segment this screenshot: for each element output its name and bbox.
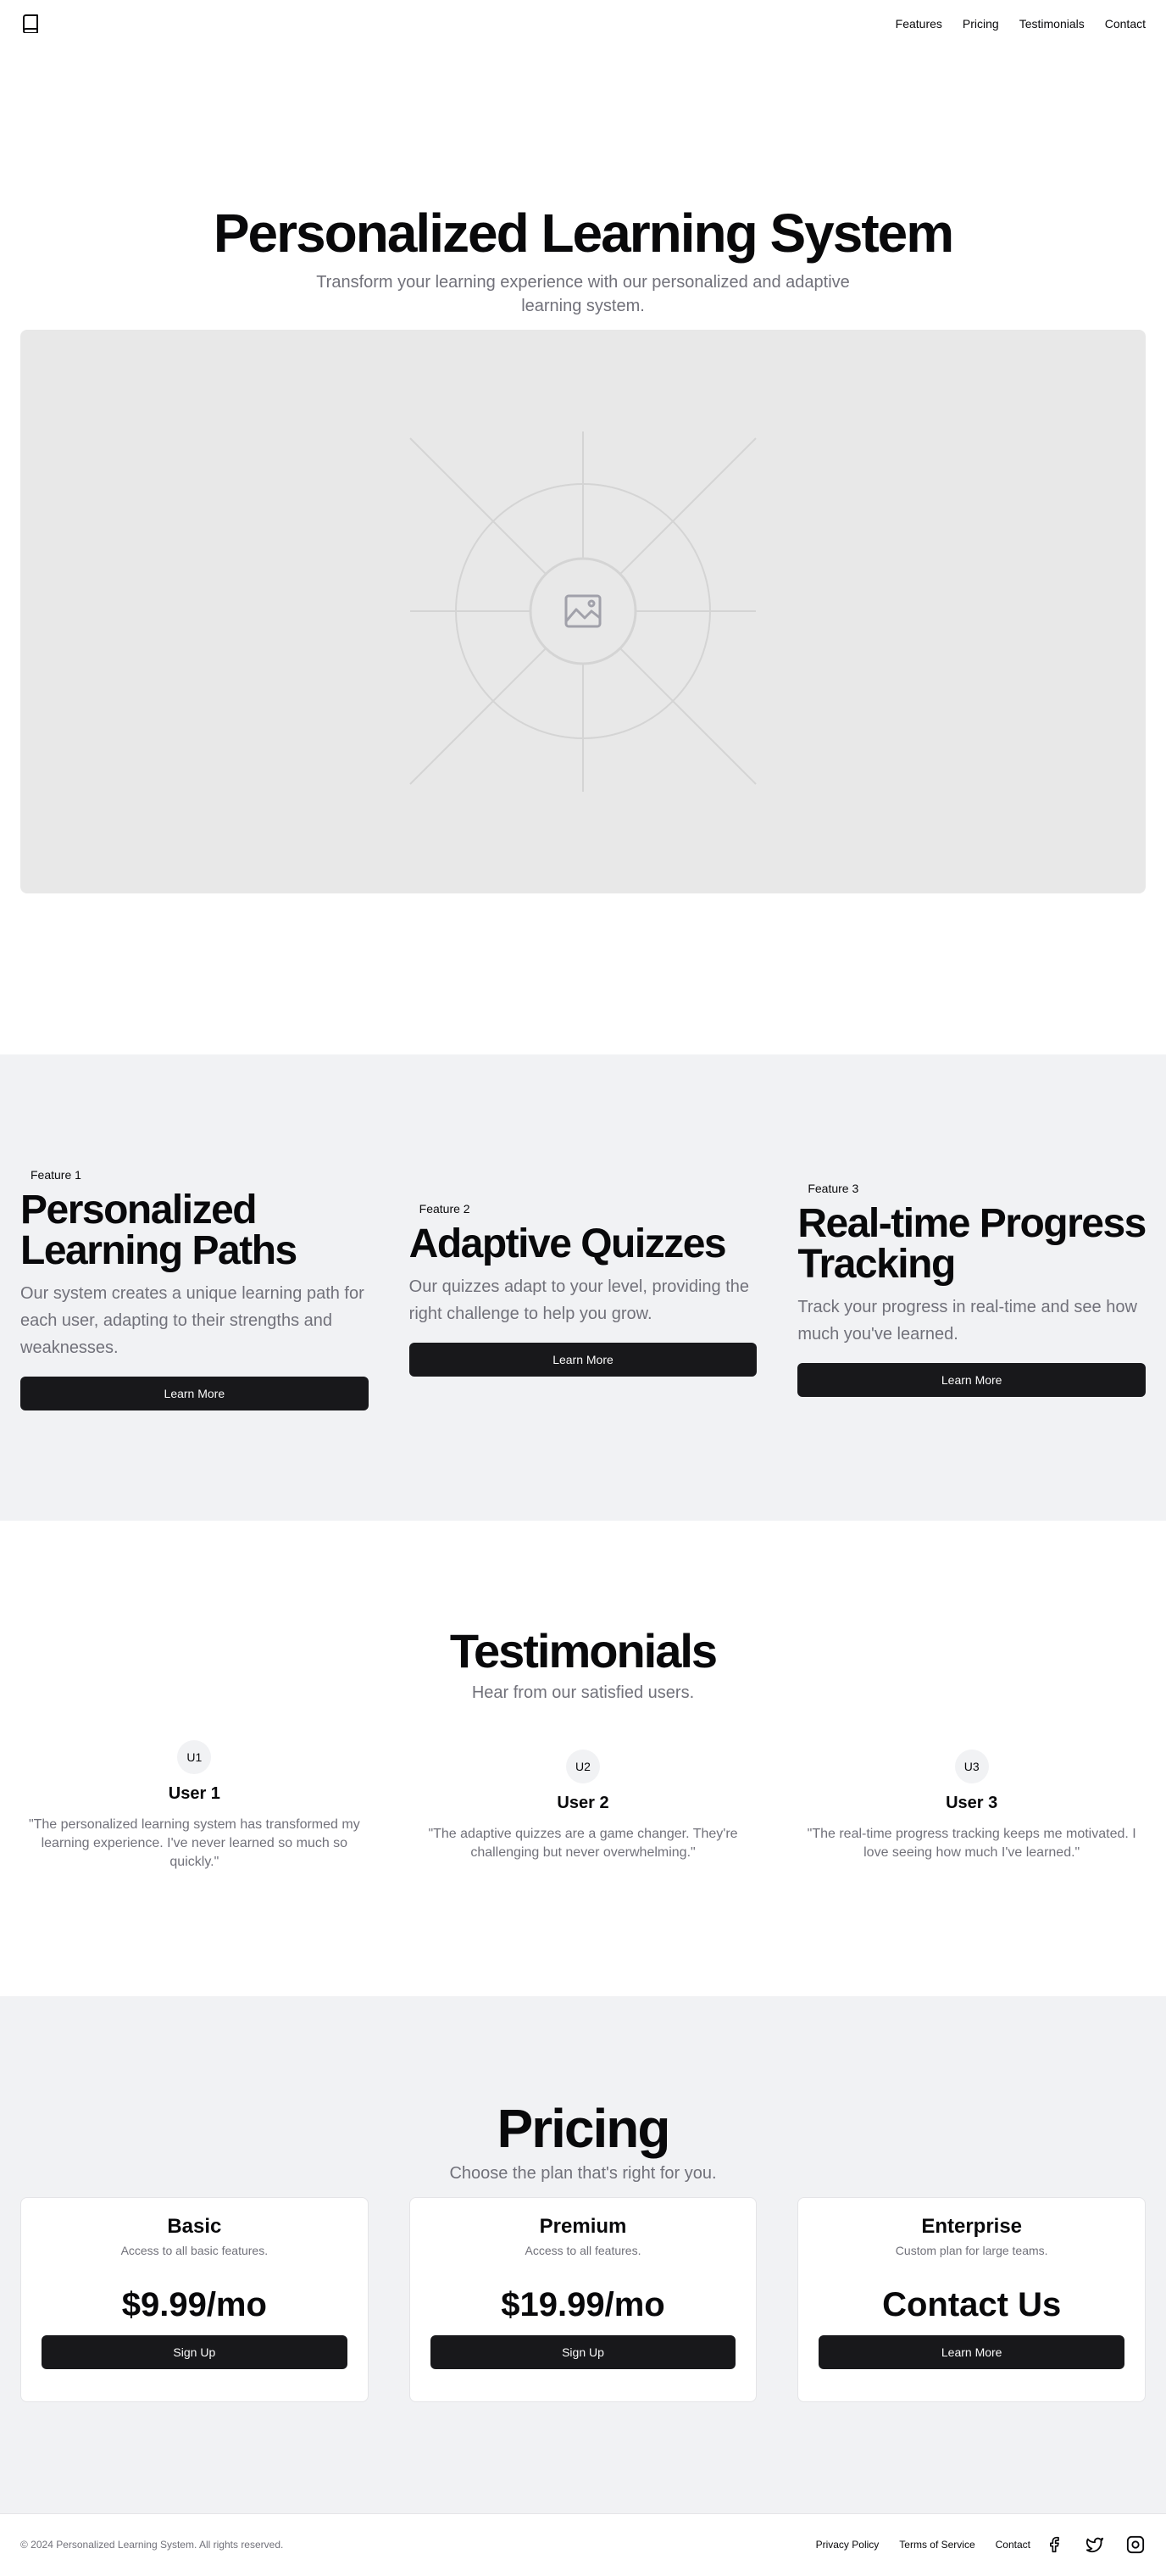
testimonials-section: Testimonials Hear from our satisfied use… — [0, 1521, 1166, 1996]
plan-name: Premium — [539, 2215, 627, 2238]
feature-card: Feature 1 Personalized Learning Paths Ou… — [20, 1165, 369, 1410]
twitter-icon[interactable] — [1085, 2534, 1105, 2555]
pricing-card-premium: Premium Access to all features. $19.99/m… — [408, 2197, 758, 2402]
feature-description: Our system creates a unique learning pat… — [20, 1284, 364, 1357]
testimonials-subtitle: Hear from our satisfied users. — [471, 1683, 695, 1702]
feature-card: Feature 3 Real-time Progress Tracking Tr… — [797, 1178, 1147, 1397]
pricing-plans: Basic Access to all basic features. $9.9… — [0, 2197, 1166, 2402]
feature-description: Track your progress in real-time and see… — [797, 1298, 1137, 1344]
features-section: Feature 1 Personalized Learning Paths Ou… — [0, 1054, 1166, 1521]
hero-section: Personalized Learning System Transform y… — [0, 47, 1166, 1054]
instagram-icon[interactable] — [1125, 2534, 1146, 2555]
pricing-card-basic: Basic Access to all basic features. $9.9… — [20, 2197, 369, 2402]
pricing-card-enterprise: Enterprise Custom plan for large teams. … — [797, 2197, 1147, 2402]
avatar: U3 — [954, 1750, 989, 1783]
nav-link-testimonials[interactable]: Testimonials — [1019, 17, 1085, 31]
footer: © 2024 Personalized Learning System. All… — [0, 2513, 1166, 2574]
image-placeholder-icon — [409, 431, 757, 793]
feature-title: Personalized Learning Paths — [20, 1188, 297, 1273]
feature-badge: Feature 3 — [797, 1178, 869, 1199]
book-icon[interactable] — [20, 14, 41, 34]
testimonial-name: User 1 — [168, 1784, 220, 1803]
testimonial-card: U2 User 2 "The adaptive quizzes are a ga… — [409, 1750, 758, 1862]
footer-link-contact[interactable]: Contact — [996, 2539, 1030, 2551]
feature-title: Adaptive Quizzes — [408, 1221, 727, 1266]
avatar: U1 — [177, 1740, 212, 1774]
pricing-title: Pricing — [497, 2098, 671, 2159]
plan-price: Contact Us — [882, 2286, 1062, 2323]
testimonial-name: User 2 — [557, 1794, 609, 1812]
plan-description: Custom plan for large teams. — [895, 2244, 1048, 2257]
hero-title: Personalized Learning System — [213, 203, 954, 264]
hero-image-placeholder — [20, 330, 1146, 894]
testimonial-name: User 3 — [946, 1794, 998, 1812]
feature-card: Feature 2 Adaptive Quizzes Our quizzes a… — [408, 1199, 758, 1377]
testimonial-quote: "The personalized learning system has tr… — [28, 1817, 360, 1869]
plan-description: Access to all basic features. — [120, 2244, 269, 2257]
feature-badge: Feature 1 — [20, 1165, 92, 1185]
sign-up-button[interactable]: Sign Up — [430, 2335, 736, 2369]
nav-link-pricing[interactable]: Pricing — [963, 17, 999, 31]
testimonial-quote: "The real-time progress tracking keeps m… — [807, 1827, 1136, 1860]
facebook-icon[interactable] — [1044, 2534, 1064, 2555]
testimonial-card: U1 User 1 "The personalized learning sys… — [20, 1740, 369, 1872]
pricing-section: Pricing Choose the plan that's right for… — [0, 1996, 1166, 2513]
plan-price: $9.99/mo — [121, 2286, 267, 2323]
plan-price: $19.99/mo — [501, 2286, 665, 2323]
footer-link-privacy[interactable]: Privacy Policy — [816, 2539, 880, 2551]
hero-subtitle: Transform your learning experience with … — [316, 273, 850, 316]
testimonial-quote: "The adaptive quizzes are a game changer… — [428, 1827, 738, 1860]
footer-link-terms[interactable]: Terms of Service — [899, 2539, 974, 2551]
learn-more-button[interactable]: Learn More — [797, 1363, 1147, 1397]
footer-nav: Privacy Policy Terms of Service Contact — [816, 2534, 1146, 2555]
learn-more-button[interactable]: Learn More — [408, 1343, 758, 1377]
feature-title: Real-time Progress Tracking — [797, 1201, 1147, 1287]
copyright-text: © 2024 Personalized Learning System. All… — [20, 2538, 284, 2551]
top-nav: Features Pricing Testimonials Contact — [0, 0, 1166, 47]
learn-more-button[interactable]: Learn More — [819, 2335, 1125, 2369]
feature-description: Our quizzes adapt to your level, providi… — [408, 1277, 750, 1323]
testimonials-title: Testimonials — [449, 1624, 718, 1677]
nav-link-features[interactable]: Features — [896, 17, 942, 31]
feature-badge: Feature 2 — [408, 1199, 480, 1219]
nav-links: Features Pricing Testimonials Contact — [896, 17, 1146, 31]
plan-name: Enterprise — [921, 2215, 1023, 2238]
learn-more-button[interactable]: Learn More — [20, 1377, 369, 1410]
social-links — [1044, 2534, 1146, 2555]
plan-name: Basic — [167, 2215, 222, 2238]
sign-up-button[interactable]: Sign Up — [42, 2335, 347, 2369]
nav-link-contact[interactable]: Contact — [1105, 17, 1146, 31]
testimonials-list: U1 User 1 "The personalized learning sys… — [0, 1740, 1166, 1872]
testimonial-card: U3 User 3 "The real-time progress tracki… — [797, 1750, 1146, 1862]
plan-description: Access to all features. — [525, 2244, 641, 2257]
pricing-subtitle: Choose the plan that's right for you. — [449, 2164, 717, 2183]
avatar: U2 — [566, 1750, 600, 1783]
